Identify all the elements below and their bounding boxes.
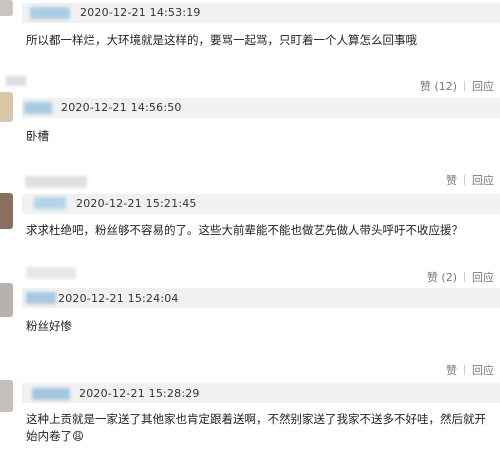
comment-timestamp: 2020-12-21 15:28:29 (79, 387, 200, 400)
avatar[interactable] (0, 0, 13, 16)
divider (464, 81, 465, 91)
like-button[interactable]: 赞 (446, 364, 457, 377)
username-blurred[interactable] (32, 388, 70, 400)
reply-button[interactable]: 回应 (472, 271, 494, 284)
username-blurred[interactable] (26, 292, 56, 304)
avatar[interactable] (0, 193, 13, 229)
reply-button[interactable]: 回应 (472, 364, 494, 377)
comment-timestamp: 2020-12-21 14:56:50 (61, 101, 182, 114)
comment-text: 这种上贡就是一家送了其他家也肯定跟着送啊，不然别家送了我家不送多不好哇，然后就开… (26, 412, 486, 443)
comment-actions: 赞 (12) 回应 (420, 80, 494, 94)
avatar[interactable] (0, 283, 13, 317)
comment-timestamp: 2020-12-21 14:53:19 (80, 6, 201, 19)
avatar[interactable] (0, 380, 13, 412)
divider (464, 365, 465, 375)
comment-actions: 赞 回应 (446, 174, 494, 188)
reply-button[interactable]: 回应 (472, 174, 494, 187)
comment-text: 求求杜绝吧，粉丝够不容易的了。这些大前辈能不能也做艺先做人带头呼吁不收应援？ (26, 223, 463, 237)
username-blurred[interactable] (30, 7, 70, 19)
reply-button[interactable]: 回应 (472, 80, 494, 93)
avatar[interactable] (0, 92, 13, 122)
like-button[interactable]: 赞 (446, 174, 457, 187)
divider (464, 272, 465, 282)
comment-text: 所以都一样烂，大环境就是这样的，要骂一起骂，只盯着一个人算怎么回事哦 (26, 33, 417, 47)
comment-timestamp: 2020-12-21 15:24:04 (58, 292, 179, 305)
divider (464, 175, 465, 185)
username-blurred[interactable] (24, 102, 52, 114)
comment-text: 粉丝好惨 (26, 319, 72, 333)
username-blurred[interactable] (25, 176, 87, 188)
comment-actions: 赞 回应 (446, 364, 494, 378)
username-blurred[interactable] (26, 267, 76, 279)
like-button[interactable]: 赞 (2) (427, 271, 457, 284)
comment-text: 卧槽 (26, 129, 49, 143)
nested-reply-hint-blurred (6, 76, 26, 86)
comment-actions: 赞 (2) 回应 (427, 271, 494, 285)
like-button[interactable]: 赞 (12) (420, 80, 457, 93)
comment-timestamp: 2020-12-21 15:21:45 (76, 197, 197, 210)
username-blurred[interactable] (34, 197, 66, 209)
